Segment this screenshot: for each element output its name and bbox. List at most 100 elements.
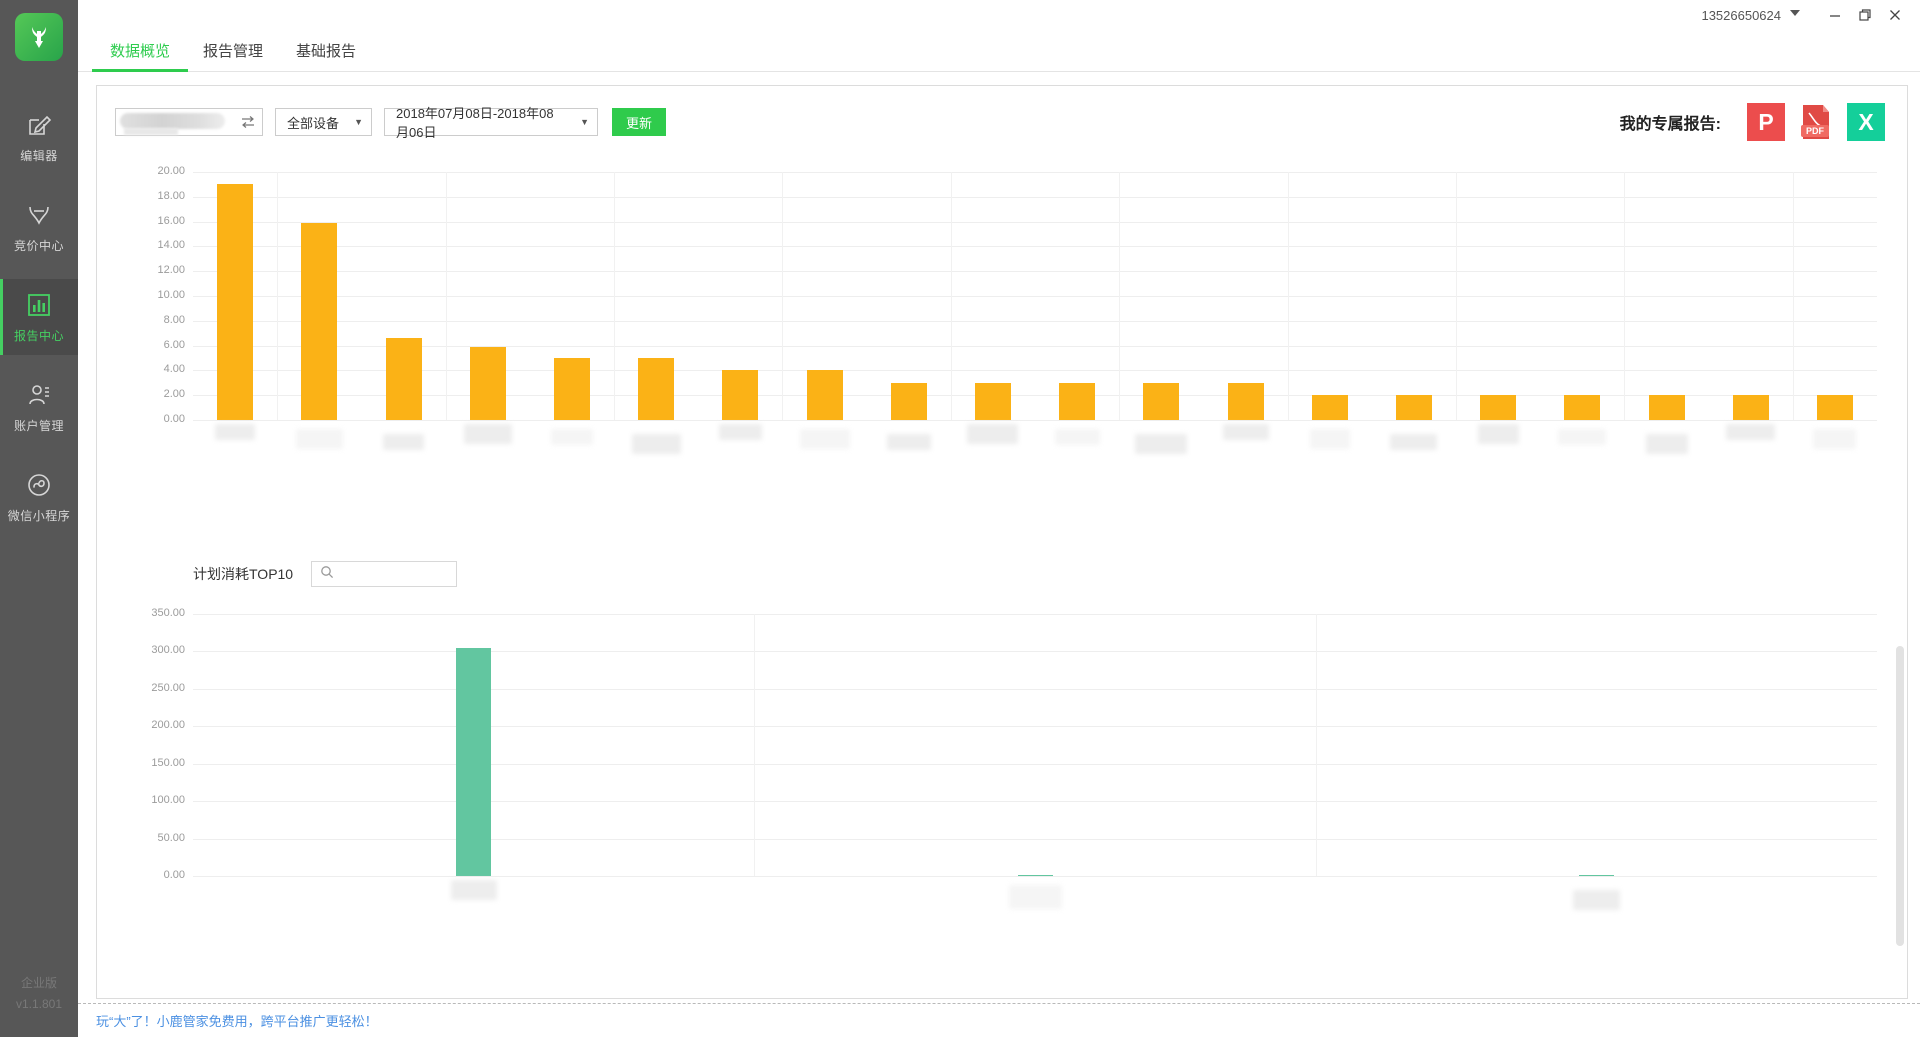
content-scrollbar[interactable]: [1896, 646, 1904, 976]
vertical-gridline: [1793, 172, 1794, 420]
export-pdf-button[interactable]: PDF: [1797, 103, 1835, 141]
update-button[interactable]: 更新: [612, 108, 667, 136]
sidebar-item-label: 竞价中心: [13, 239, 64, 253]
title-bar: 13526650624: [78, 0, 1920, 30]
x-axis-tick-label-redacted: [464, 424, 512, 444]
sidebar-nav: 编辑器 竞价中心 报告中心 账户管理 微信小程序: [0, 99, 78, 535]
y-axis-tick-label: 12.00: [157, 264, 185, 276]
chevron-down-icon: ▼: [580, 117, 589, 127]
gridline: [193, 801, 1877, 802]
x-axis-tick-label-redacted: [215, 424, 255, 440]
y-axis-tick-label: 200.00: [151, 719, 185, 731]
bar[interactable]: [722, 370, 758, 420]
vertical-gridline: [614, 172, 615, 420]
bar[interactable]: [1564, 395, 1600, 420]
vertical-gridline: [782, 172, 783, 420]
y-axis-tick-label: 300.00: [151, 644, 185, 656]
sidebar-item-label: 编辑器: [20, 149, 58, 163]
y-axis-tick-label: 0.00: [163, 413, 185, 425]
export-ppt-button[interactable]: P: [1747, 103, 1785, 141]
promo-link[interactable]: 玩“大”了！小鹿管家免费用，跨平台推广更轻松！: [96, 1011, 378, 1030]
sidebar-item-wechat-miniapp[interactable]: 微信小程序: [0, 459, 78, 535]
bar[interactable]: [638, 358, 674, 420]
bar[interactable]: [807, 370, 843, 420]
bar[interactable]: [470, 347, 506, 420]
bar[interactable]: [1059, 383, 1095, 420]
status-bar: 玩“大”了！小鹿管家免费用，跨平台推广更轻松！: [78, 1003, 1920, 1037]
tab-data-overview[interactable]: 数据概览: [91, 40, 189, 72]
section-title: 计划消耗TOP10: [193, 566, 294, 582]
close-icon[interactable]: [1880, 2, 1910, 28]
bar[interactable]: [217, 184, 253, 420]
export-excel-button[interactable]: X: [1847, 103, 1885, 141]
bar[interactable]: [1018, 875, 1053, 876]
x-axis-tick-label-redacted: [296, 429, 343, 449]
app-window: 编辑器 竞价中心 报告中心 账户管理 微信小程序 企业版 v1.1.801 13…: [0, 0, 1920, 1037]
wechat-miniapp-icon: [26, 470, 52, 500]
x-axis-tick-label-redacted: [1390, 434, 1437, 450]
y-axis-tick-label: 8.00: [163, 314, 185, 326]
date-range-select[interactable]: 2018年07月08日-2018年08月06日 ▼: [384, 106, 598, 140]
user-settings-icon: [26, 380, 52, 410]
swap-arrows-icon[interactable]: [240, 114, 256, 135]
account-select[interactable]: [115, 108, 263, 136]
bar[interactable]: [386, 338, 422, 420]
bar[interactable]: [975, 383, 1011, 420]
x-axis-tick-label-redacted: [1558, 429, 1606, 445]
chevron-down-icon[interactable]: [1788, 6, 1802, 25]
chart-campaign-consumption-bar: 0.00 2.00 4.00 6.00 8.00 10.00 12.00 14.00 16.00…: [97, 158, 1907, 538]
bar[interactable]: [1817, 395, 1853, 420]
bar[interactable]: [554, 358, 590, 420]
version-label: v1.1.801: [15, 997, 63, 1011]
plan-search-input[interactable]: [340, 567, 451, 581]
sidebar-item-account[interactable]: 账户管理: [0, 369, 78, 445]
vertical-gridline: [1288, 172, 1289, 420]
y-axis-tick-label: 10.00: [157, 289, 185, 301]
bar[interactable]: [1312, 395, 1348, 420]
x-axis-tick-label-redacted: [1813, 429, 1856, 449]
content-scrollbar-thumb[interactable]: [1896, 646, 1904, 946]
x-axis-tick-label-redacted: [632, 434, 681, 454]
x-axis-tick-label-redacted: [1223, 424, 1269, 440]
gridline: [193, 726, 1877, 727]
bar[interactable]: [891, 383, 927, 420]
y-axis-tick-label: 18.00: [157, 190, 185, 202]
bar[interactable]: [456, 648, 491, 876]
x-axis-tick-label-redacted: [551, 429, 593, 445]
account-value-redacted-2: [124, 128, 178, 135]
section-top10-header: 计划消耗TOP10: [97, 554, 458, 594]
bar[interactable]: [1228, 383, 1264, 420]
vertical-gridline: [754, 614, 755, 876]
sidebar-footer: 企业版 v1.1.801: [0, 973, 78, 1015]
x-axis-tick-label-redacted: [1726, 424, 1775, 440]
bar[interactable]: [1396, 395, 1432, 420]
sidebar-item-label: 账户管理: [13, 419, 64, 433]
bar[interactable]: [1649, 395, 1685, 420]
x-axis-tick-label-redacted: [800, 429, 850, 449]
account-value-redacted: [120, 113, 225, 129]
x-axis-tick-label-redacted: [383, 434, 424, 450]
x-axis-tick-label-redacted: [719, 424, 762, 440]
tab-basic-report[interactable]: 基础报告: [292, 40, 360, 71]
bar[interactable]: [1579, 875, 1614, 876]
x-axis-tick-label-redacted: [967, 424, 1018, 444]
bar[interactable]: [301, 223, 337, 420]
tab-report-management[interactable]: 报告管理: [199, 40, 267, 71]
maximize-icon[interactable]: [1850, 2, 1880, 28]
device-select-value: 全部设备: [287, 115, 340, 131]
vertical-gridline: [1316, 614, 1317, 876]
bar[interactable]: [1480, 395, 1516, 420]
gridline: [193, 876, 1877, 877]
gridline: [193, 839, 1877, 840]
sidebar-item-bidding[interactable]: 竞价中心: [0, 189, 78, 265]
sidebar-item-editor[interactable]: 编辑器: [0, 99, 78, 175]
bar[interactable]: [1143, 383, 1179, 420]
gridline: [193, 764, 1877, 765]
device-select[interactable]: 全部设备 ▼: [275, 108, 372, 136]
bar[interactable]: [1733, 395, 1769, 420]
minimize-icon[interactable]: [1820, 2, 1850, 28]
sidebar-item-report-center[interactable]: 报告中心: [0, 279, 78, 355]
edition-label: 企业版: [20, 976, 57, 990]
plan-search-box[interactable]: [311, 561, 458, 587]
y-axis-tick-label: 150.00: [151, 757, 185, 769]
